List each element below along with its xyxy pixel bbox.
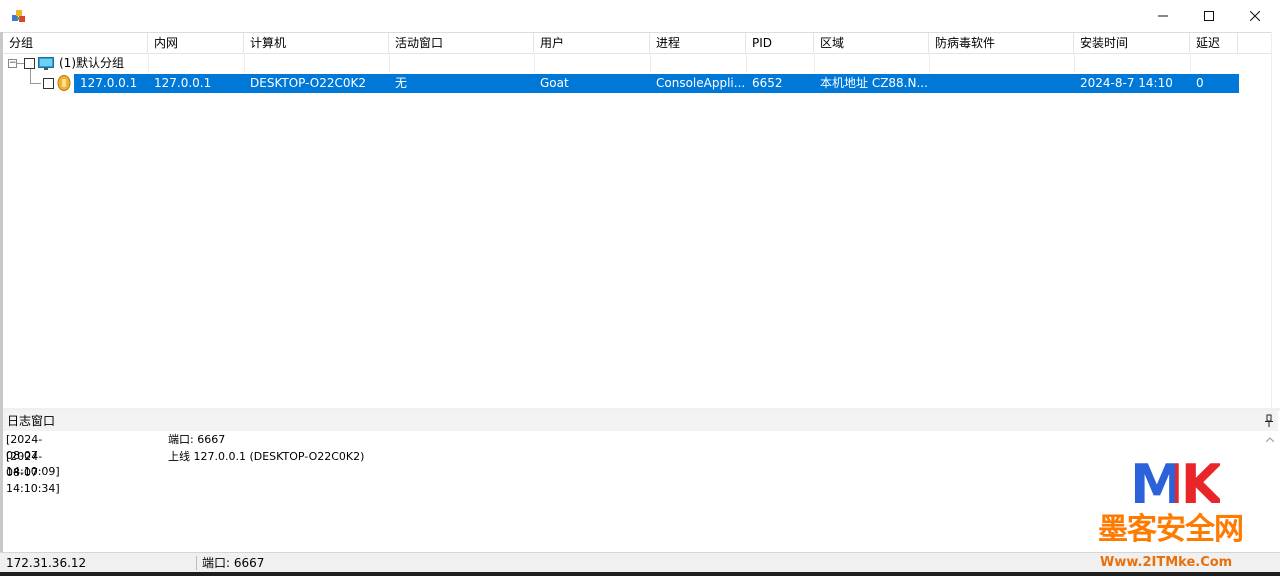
column-header-antivirus[interactable]: 防病毒软件 bbox=[929, 33, 1074, 53]
list-scrollbar[interactable] bbox=[1271, 32, 1280, 408]
cell-antivirus bbox=[929, 74, 1074, 93]
status-bar: 172.31.36.12 端口: 6667 bbox=[0, 552, 1280, 573]
log-message: 上线 127.0.0.1 (DESKTOP-O22C0K2) bbox=[168, 450, 365, 463]
log-panel-header: 日志窗口 bbox=[3, 411, 1278, 432]
minimize-button[interactable] bbox=[1140, 0, 1186, 32]
column-header-install-time[interactable]: 安装时间 bbox=[1074, 33, 1190, 53]
scroll-up-icon[interactable] bbox=[1266, 437, 1274, 442]
group-row[interactable]: − (1)默认分组 bbox=[3, 54, 1273, 73]
cell-user: Goat bbox=[540, 76, 569, 90]
column-header-group[interactable]: 分组 bbox=[3, 33, 148, 53]
status-port: 端口: 6667 bbox=[202, 556, 265, 570]
watermark-url: Www.2ITMke.Com bbox=[1100, 555, 1233, 570]
column-header-computer[interactable]: 计算机 bbox=[244, 33, 389, 53]
cell-latency: 0 bbox=[1196, 76, 1204, 90]
cell-active-window: 无 bbox=[395, 76, 408, 90]
watermark-mk: MK bbox=[1130, 453, 1223, 516]
cell-region: 本机地址 CZ88.N... bbox=[820, 76, 928, 90]
host-status-icon bbox=[57, 75, 71, 91]
watermark-logo: MK bbox=[1130, 453, 1223, 516]
log-scrollbar[interactable] bbox=[1262, 431, 1278, 552]
title-bar[interactable] bbox=[0, 0, 1280, 32]
main-window: 分组 内网 计算机 活动窗口 用户 进程 PID 区域 防病毒软件 安装时间 延… bbox=[0, 0, 1280, 576]
close-button[interactable] bbox=[1232, 0, 1278, 32]
cell-pid: 6652 bbox=[752, 76, 783, 90]
watermark-name: 墨客安全网 bbox=[1098, 512, 1244, 547]
maximize-icon bbox=[1204, 11, 1214, 21]
log-message: 端口: 6667 bbox=[168, 433, 226, 446]
cell-internal-ip: 127.0.0.1 bbox=[154, 76, 212, 90]
column-header-process[interactable]: 进程 bbox=[650, 33, 746, 53]
tree-connector bbox=[17, 63, 24, 64]
minimize-icon bbox=[1158, 15, 1168, 17]
group-label: (1)默认分组 bbox=[59, 56, 124, 70]
log-panel[interactable]: [2024-08-07 14:10:09] 端口: 6667 [2024-08-… bbox=[3, 431, 1278, 552]
column-header-user[interactable]: 用户 bbox=[534, 33, 650, 53]
pin-icon[interactable] bbox=[1264, 414, 1274, 428]
tree-connector bbox=[30, 83, 41, 84]
column-header-region[interactable]: 区域 bbox=[814, 33, 929, 53]
table-row[interactable]: 127.0.0.1 127.0.0.1 DESKTOP-O22C0K2 无 Go… bbox=[74, 74, 1239, 93]
column-header-active-window[interactable]: 活动窗口 bbox=[389, 33, 534, 53]
collapse-expander[interactable]: − bbox=[8, 59, 17, 68]
cell-computer: DESKTOP-O22C0K2 bbox=[250, 76, 367, 90]
host-checkbox[interactable] bbox=[43, 78, 54, 89]
cell-install-time: 2024-8-7 14:10 bbox=[1080, 76, 1173, 90]
maximize-button[interactable] bbox=[1186, 0, 1232, 32]
group-checkbox[interactable] bbox=[24, 58, 35, 69]
log-panel-title: 日志窗口 bbox=[7, 414, 56, 428]
close-icon bbox=[1250, 11, 1260, 21]
status-ip: 172.31.36.12 bbox=[6, 556, 87, 570]
column-header-pid[interactable]: PID bbox=[746, 33, 814, 53]
taskbar-edge bbox=[0, 572, 1280, 576]
column-header-row: 分组 内网 计算机 活动窗口 用户 进程 PID 区域 防病毒软件 安装时间 延… bbox=[3, 33, 1273, 54]
host-list[interactable]: 分组 内网 计算机 活动窗口 用户 进程 PID 区域 防病毒软件 安装时间 延… bbox=[3, 32, 1280, 409]
cell-public-ip: 127.0.0.1 bbox=[80, 76, 138, 90]
app-icon[interactable] bbox=[10, 7, 28, 25]
cell-process: ConsoleAppli... bbox=[656, 76, 746, 90]
column-header-latency[interactable]: 延迟 bbox=[1190, 33, 1238, 53]
tree-connector bbox=[30, 69, 31, 83]
monitor-icon bbox=[38, 57, 54, 70]
column-header-internal-ip[interactable]: 内网 bbox=[148, 33, 244, 53]
status-separator bbox=[196, 556, 197, 570]
log-time: [2024-08-07 14:10:34] bbox=[6, 450, 60, 495]
